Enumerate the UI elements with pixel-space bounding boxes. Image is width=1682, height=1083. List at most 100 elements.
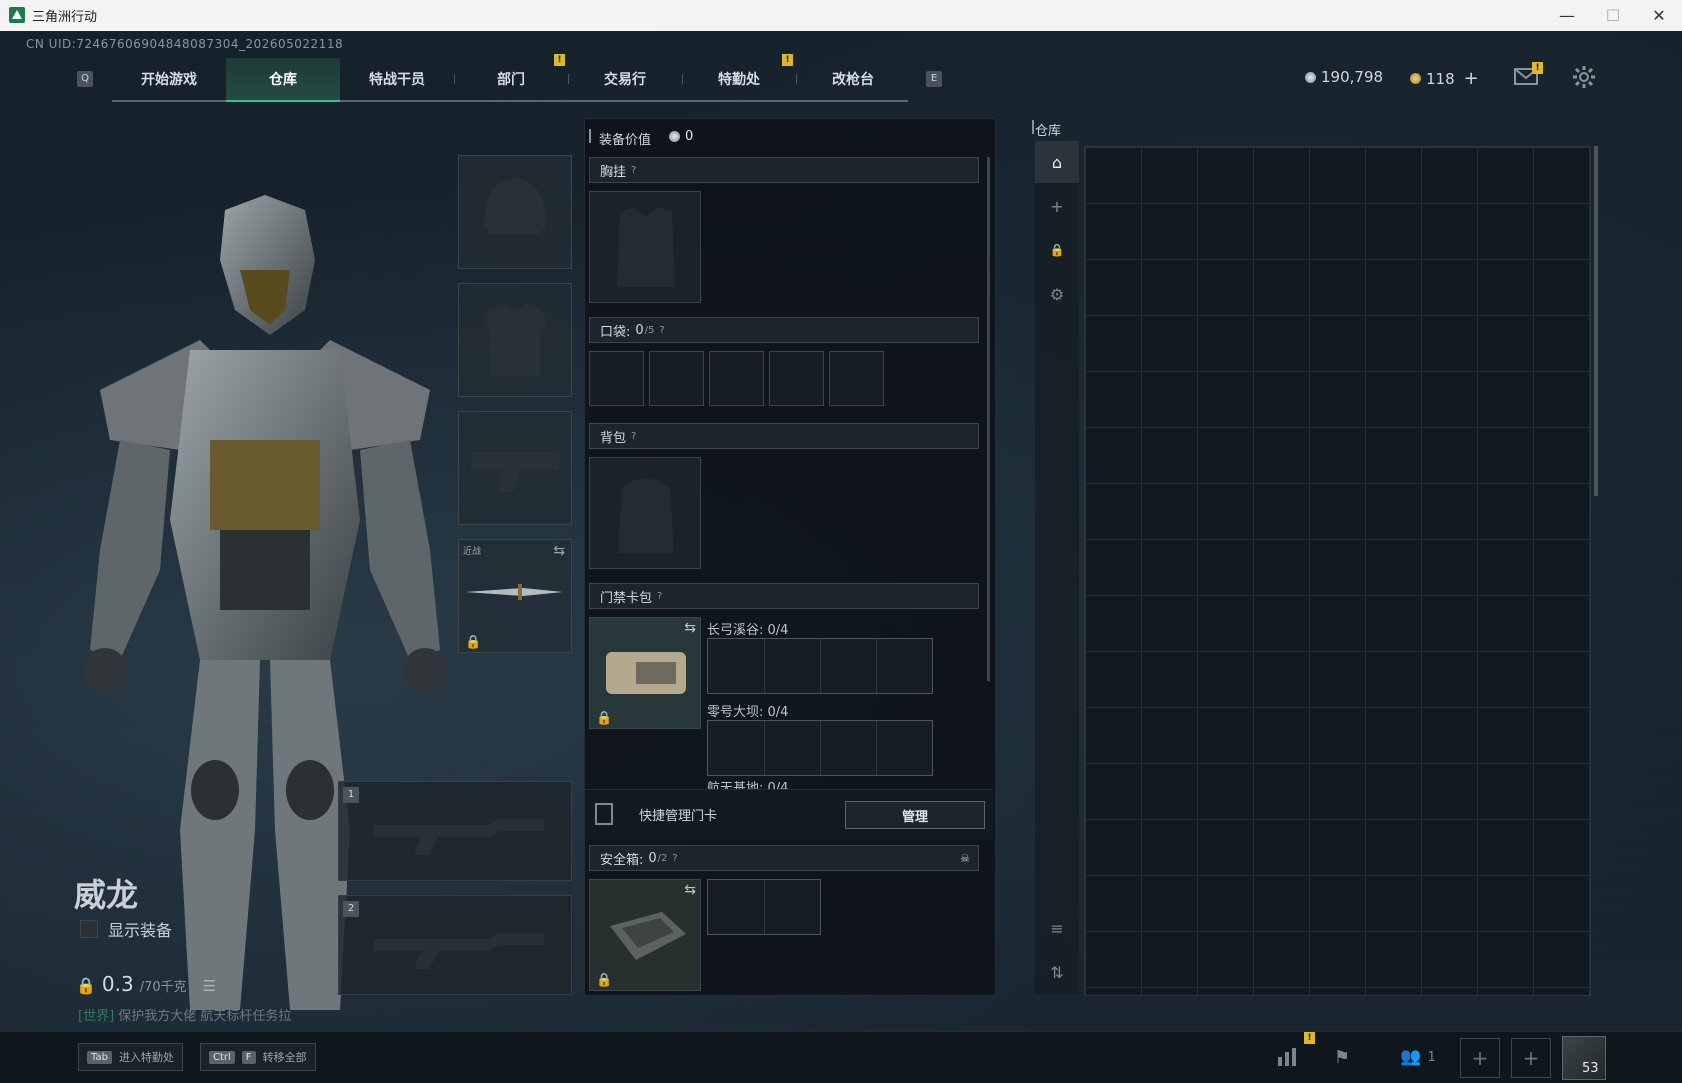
pocket-slot[interactable] — [649, 351, 704, 406]
weight-lock-icon: 🔒 — [76, 976, 96, 995]
warehouse-sidebar: ⌂ + 🔒 ⚙ ≡ ⇅ — [1035, 141, 1079, 994]
keycard-row[interactable] — [707, 638, 933, 694]
hint-enter-special-ops[interactable]: Tab 进入特勤处 — [78, 1043, 183, 1071]
chest-rig-header: 胸挂 ? — [589, 157, 979, 183]
stats-alert-badge: ! — [1304, 1032, 1315, 1044]
stats-chart-icon[interactable] — [1268, 1039, 1308, 1075]
pocket-label: 口袋: — [600, 324, 631, 340]
tab-gunsmith[interactable]: 改枪台 — [796, 58, 910, 100]
close-button[interactable]: ✕ — [1636, 0, 1682, 30]
weapon-slot-number: 2 — [343, 901, 359, 917]
sort-icon[interactable]: ⇅ — [1035, 951, 1079, 993]
chest-rig-slot[interactable] — [589, 191, 701, 303]
weight-list-icon[interactable]: ☰ — [203, 977, 216, 995]
help-icon[interactable]: ? — [657, 591, 662, 602]
secondary-weapon-slot[interactable]: 2 — [338, 895, 572, 995]
manage-keycard-button[interactable]: 管理 — [845, 801, 985, 829]
melee-lock-icon: 🔒 — [465, 635, 482, 650]
keycard-map-name: 零号大坝: 0/4 — [707, 705, 789, 720]
pocket-slot[interactable] — [829, 351, 884, 406]
invite-slot-button[interactable]: + — [1460, 1038, 1500, 1078]
melee-slot[interactable]: 近战 ⇆ 🔒 — [458, 539, 572, 653]
tab-trade-market[interactable]: 交易行 — [568, 58, 682, 100]
silver-currency: 190,798 — [1305, 68, 1383, 86]
operator-name: 威龙 — [74, 876, 139, 914]
friends-icon: 👥 — [1400, 1047, 1422, 1067]
help-icon[interactable]: ? — [631, 431, 636, 442]
silver-coin-icon — [669, 131, 680, 142]
weight-max: /70千克 — [139, 980, 187, 995]
swap-icon[interactable]: ⇆ — [684, 620, 696, 636]
hint-key: Tab — [87, 1050, 112, 1064]
helmet-slot[interactable] — [458, 155, 572, 269]
backpack-label: 背包 — [600, 430, 627, 446]
pistol-slot[interactable] — [458, 411, 572, 525]
show-equipment-checkbox[interactable] — [80, 920, 98, 938]
warehouse-settings-icon[interactable]: ⚙ — [1035, 273, 1079, 315]
show-equipment-label: 显示装备 — [108, 921, 173, 940]
keycard-label: 门禁卡包 — [600, 590, 653, 606]
window-title-bar: 三角洲行动 — ☐ ✕ — [0, 0, 1682, 32]
safe-box-max: /2 — [657, 852, 668, 864]
armor-slot[interactable] — [458, 283, 572, 397]
help-icon[interactable]: ? — [659, 325, 664, 336]
equipment-value-label: 装备价值 — [599, 133, 652, 148]
tab-start-game[interactable]: 开始游戏 — [112, 58, 226, 100]
silver-amount: 190,798 — [1321, 68, 1384, 86]
pocket-slot[interactable] — [709, 351, 764, 406]
primary-weapon-slot[interactable]: 1 — [338, 781, 572, 881]
nav-prev-key[interactable]: Q — [77, 71, 93, 87]
weight-value: 0.3 — [101, 972, 134, 996]
tab-warehouse[interactable]: 仓库 — [226, 58, 340, 102]
help-icon[interactable]: ? — [672, 853, 677, 864]
mail-alert-badge: ! — [1532, 62, 1543, 74]
pocket-slot[interactable] — [589, 351, 644, 406]
minimize-button[interactable]: — — [1544, 0, 1590, 30]
maximize-button[interactable]: ☐ — [1590, 0, 1636, 30]
loadout-scrollbar[interactable] — [987, 157, 990, 681]
keycard-row[interactable] — [707, 720, 933, 776]
show-equipment-toggle[interactable]: 显示装备 — [80, 917, 172, 941]
nav-next-key[interactable]: E — [926, 71, 942, 87]
backpack-header: 背包 ? — [589, 423, 979, 449]
keycard-holder-slot[interactable]: ⇆ 🔒 — [589, 617, 701, 729]
warehouse-scrollbar[interactable] — [1594, 146, 1598, 496]
tab-special-ops[interactable]: 特勤处 — [682, 58, 796, 100]
tab-operators[interactable]: 特战干员 — [340, 58, 454, 100]
backpack-slot[interactable] — [589, 457, 701, 569]
gold-amount: 118 — [1426, 69, 1455, 88]
add-gold-button[interactable]: + — [1464, 68, 1479, 89]
add-storage-icon[interactable]: + — [1035, 185, 1079, 227]
world-chat-message: [世界] 保护我方大佬 航天标杆任务拉 — [78, 1005, 291, 1024]
layers-icon[interactable]: ≡ — [1035, 907, 1079, 949]
lock-icon[interactable]: 🔒 — [1035, 229, 1079, 271]
main-nav: 开始游戏 仓库 特战干员 部门 ! 交易行 特勤处 ! 改枪台 — [112, 54, 910, 102]
pocket-slot[interactable] — [769, 351, 824, 406]
equipment-value: 0 — [685, 129, 694, 144]
keycard-map-name: 长弓溪谷: 0/4 — [707, 623, 789, 638]
friends-button[interactable]: 👥 1 — [1388, 1039, 1448, 1075]
safe-box-slot[interactable]: ⇆ 🔒 — [589, 879, 701, 991]
safe-box-grid[interactable] — [707, 879, 821, 935]
pin-icon[interactable]: ☠ — [960, 852, 970, 865]
settings-gear-icon[interactable] — [1572, 65, 1596, 89]
carry-weight: 🔒 0.3 /70千克 ☰ — [76, 972, 216, 996]
pocket-max: /5 — [644, 324, 655, 336]
swap-icon[interactable]: ⇆ — [553, 543, 565, 559]
help-icon[interactable]: ? — [631, 165, 636, 176]
tab-department[interactable]: 部门 — [454, 58, 568, 100]
safe-box-lock-icon: 🔒 — [596, 973, 613, 988]
warehouse-grid[interactable] — [1084, 146, 1591, 996]
hint-transfer-all[interactable]: Ctrl F 转移全部 — [200, 1043, 316, 1071]
flag-icon[interactable]: ⚑ — [1322, 1039, 1362, 1075]
swap-icon[interactable]: ⇆ — [684, 882, 696, 898]
invite-slot-button[interactable]: + — [1511, 1038, 1551, 1078]
warehouse-home-icon[interactable]: ⌂ — [1035, 141, 1079, 183]
pocket-header: 口袋: 0/5 ? — [589, 317, 979, 343]
chest-rig-label: 胸挂 — [600, 164, 627, 180]
hint-label: 进入特勤处 — [118, 1051, 174, 1064]
warehouse-title: 仓库 — [1035, 124, 1062, 139]
hint-label: 转移全部 — [262, 1051, 307, 1064]
player-level: 53 — [1582, 1061, 1599, 1076]
silver-coin-icon — [1305, 71, 1316, 83]
